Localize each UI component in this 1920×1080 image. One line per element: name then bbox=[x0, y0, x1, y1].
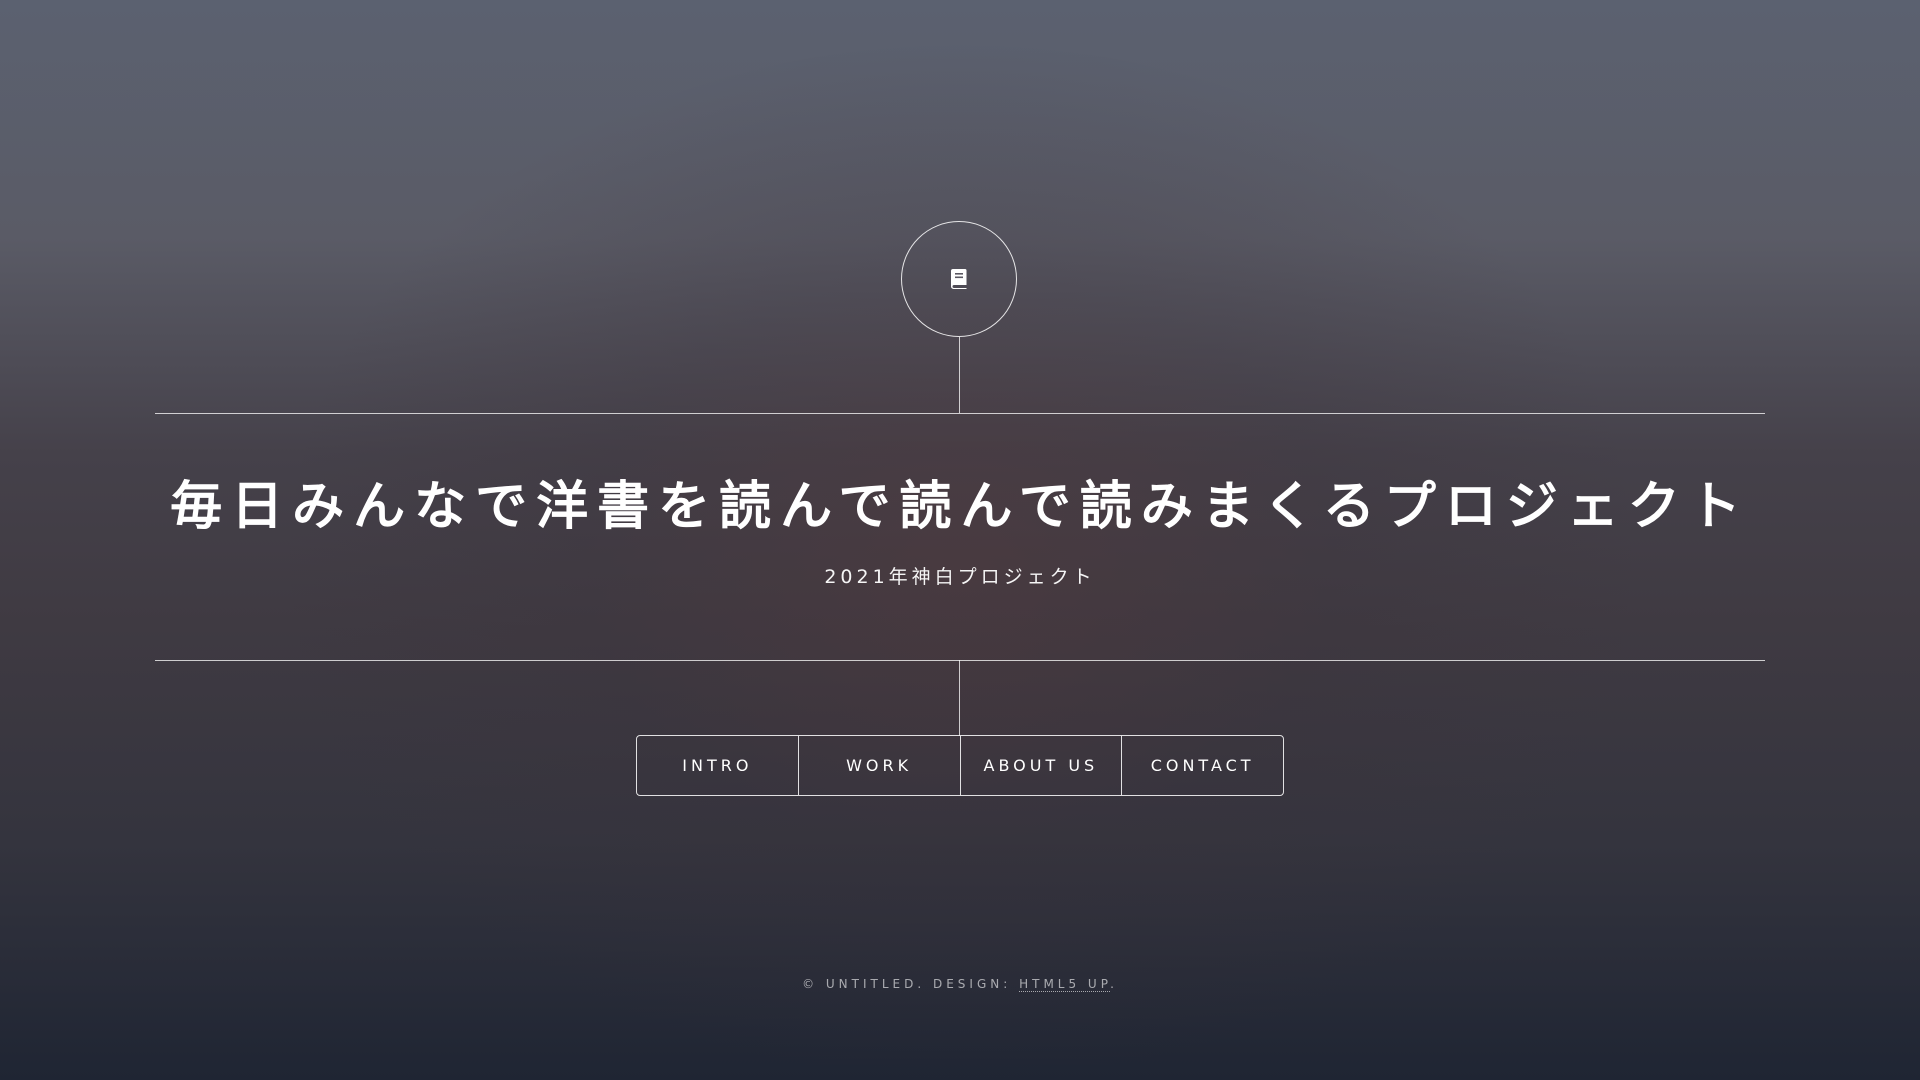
page-title: 毎日みんなで洋書を読んで読んで読みまくるプロジェクト bbox=[170, 477, 1750, 537]
nav-work[interactable]: WORK bbox=[797, 736, 960, 795]
connector-line-top bbox=[959, 337, 960, 413]
footer: © UNTITLED. DESIGN: HTML5 UP. bbox=[0, 975, 1920, 993]
main-nav: INTRO WORK ABOUT US CONTACT bbox=[636, 735, 1284, 796]
footer-credit-link[interactable]: HTML5 UP bbox=[1019, 977, 1111, 992]
page-subtitle: 2021年神白プロジェクト bbox=[824, 566, 1096, 588]
footer-copyright: © UNTITLED. DESIGN: bbox=[802, 977, 1020, 991]
logo bbox=[901, 221, 1017, 337]
connector-line-bottom bbox=[959, 660, 960, 736]
footer-period: . bbox=[1110, 977, 1118, 991]
nav-contact[interactable]: CONTACT bbox=[1121, 736, 1283, 795]
divider-top bbox=[155, 413, 1765, 414]
nav-intro[interactable]: INTRO bbox=[637, 736, 798, 795]
divider-bottom bbox=[155, 660, 1765, 661]
nav-about-us[interactable]: ABOUT US bbox=[959, 736, 1122, 795]
book-icon bbox=[951, 269, 967, 289]
